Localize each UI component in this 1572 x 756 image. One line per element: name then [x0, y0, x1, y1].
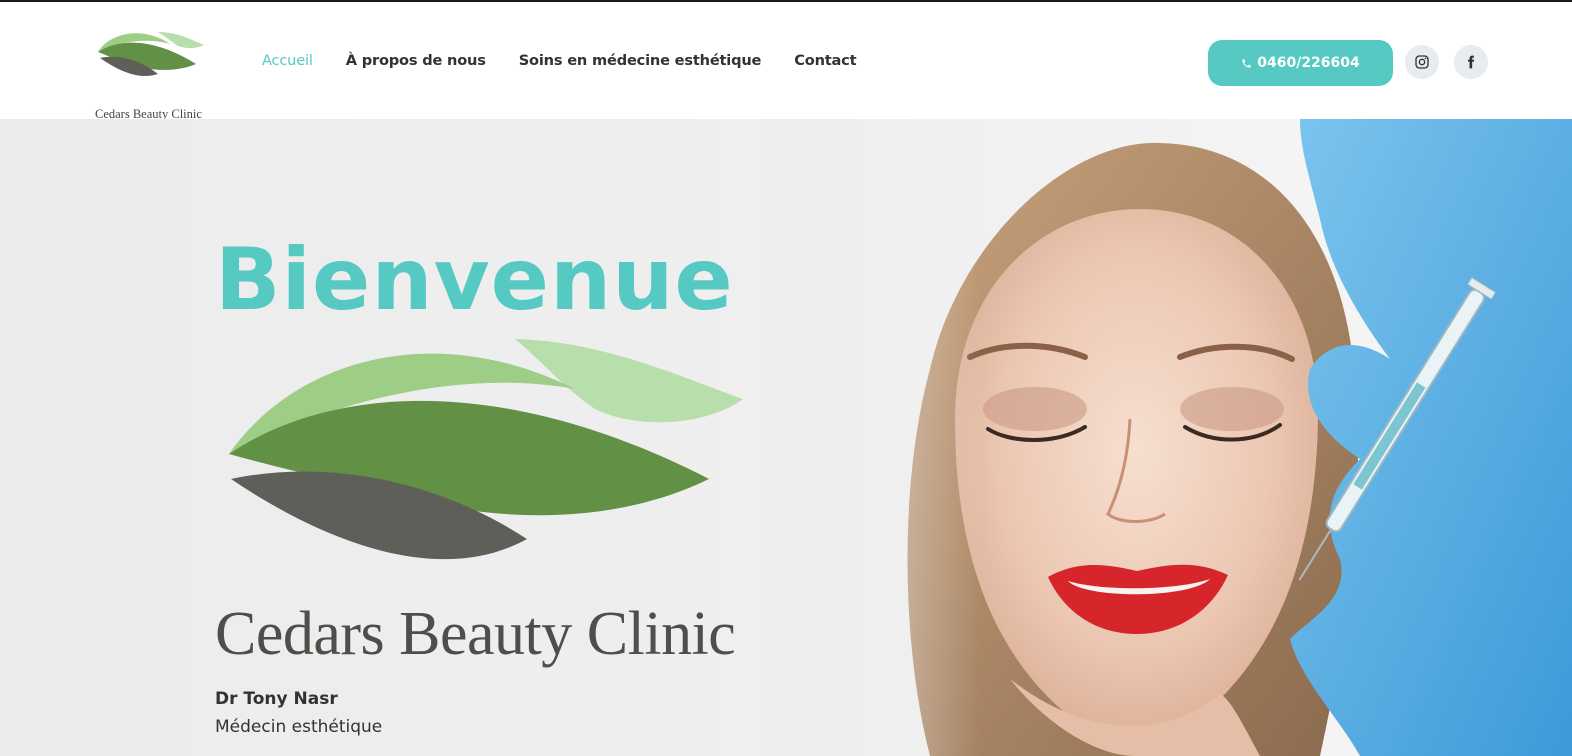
hero-title: Bienvenue	[215, 230, 734, 330]
doctor-role: Médecin esthétique	[215, 717, 383, 737]
cedars-leaves-logo-icon	[229, 339, 743, 560]
doctor-name: Dr Tony Nasr	[215, 689, 338, 709]
brand-name: Cedars Beauty Clinic	[215, 600, 736, 668]
phone-number: 0460/226604	[1257, 55, 1360, 71]
facebook-button[interactable]	[1454, 45, 1488, 79]
phone-button[interactable]: 0460/226604	[1208, 40, 1393, 86]
site-header: Cedars Beauty Clinic Accueil À propos de…	[0, 2, 1572, 121]
nav-item-contact[interactable]: Contact	[794, 52, 856, 69]
hero-section: Bienvenue Cedars Beauty Clinic Dr Tony N…	[0, 119, 1572, 756]
nav-item-soins[interactable]: Soins en médecine esthétique	[519, 52, 762, 69]
facebook-icon	[1468, 55, 1475, 69]
instagram-icon	[1415, 55, 1429, 69]
logo-leaves-icon	[98, 32, 204, 77]
instagram-button[interactable]	[1405, 45, 1439, 79]
main-nav: Accueil À propos de nous Soins en médeci…	[262, 52, 889, 69]
phone-icon	[1242, 58, 1251, 68]
nav-item-accueil[interactable]: Accueil	[262, 52, 313, 69]
nav-item-a-propos[interactable]: À propos de nous	[346, 52, 486, 69]
site-logo[interactable]: Cedars Beauty Clinic	[92, 28, 212, 121]
